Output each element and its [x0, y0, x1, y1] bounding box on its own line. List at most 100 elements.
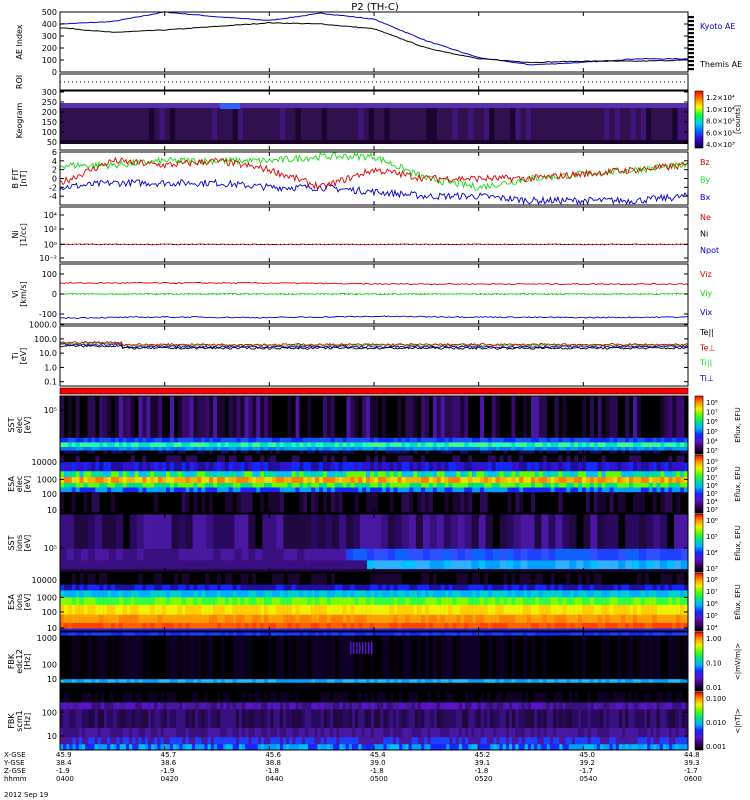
themis-summary-plot: P2 (TH-C)0100200300400500AE Index Kyoto A…: [3, 2, 742, 799]
spectro-cell: [574, 442, 579, 448]
spectro-cell: [495, 447, 500, 451]
spectro-cell: [656, 692, 660, 703]
spectro-cell: [468, 590, 473, 598]
spectro-cell: [374, 442, 379, 448]
spectro-cell: [483, 482, 489, 488]
spectro-cell: [634, 692, 638, 703]
spectro-cell: [468, 442, 473, 448]
spectro-cell: [173, 604, 178, 615]
spectro-cell: [146, 584, 151, 591]
spectro-cell: [566, 635, 571, 680]
spectro-cell: [503, 584, 508, 591]
spectro-cell: [593, 471, 598, 478]
spectro-cell: [350, 632, 355, 636]
spectro-cell: [499, 682, 504, 692]
spectro-cell: [338, 597, 343, 606]
spectro-cell: [228, 632, 233, 636]
spectro-cell: [118, 597, 123, 606]
spectro-cell: [319, 632, 324, 636]
spectro-cell: [287, 447, 292, 451]
spectro-cell: [640, 487, 646, 493]
spectro-cell: [639, 548, 647, 561]
spectro-cell: [601, 614, 606, 624]
spectro-cell: [444, 437, 449, 443]
spectro-cell: [220, 487, 226, 493]
spectro-cell: [444, 461, 449, 472]
spectro-cell: [542, 477, 547, 484]
spectro-cell: [541, 548, 549, 561]
spectro-cell: [248, 492, 253, 514]
spectro-cell: [487, 455, 492, 463]
spectro-cell: [326, 590, 332, 598]
spectro-cell: [448, 682, 453, 692]
spectro-cell: [260, 632, 265, 636]
spectro-cell: [590, 692, 594, 703]
spectro-cell: [499, 702, 503, 710]
spectro-cell: [367, 560, 375, 570]
spectro-cell: [320, 692, 324, 703]
legend-ti-2: Ti||: [699, 359, 712, 368]
spectro-cell: [589, 482, 594, 488]
spectro-cell: [538, 604, 543, 615]
spectro-cell: [75, 477, 80, 484]
spectro-cell: [405, 482, 410, 488]
spectro-cell: [479, 471, 485, 478]
spectro-cell: [593, 597, 598, 606]
spectro-cell: [472, 590, 477, 598]
spectro-cell: [506, 548, 514, 561]
spectro-cell: [322, 604, 328, 615]
spectro-cell: [260, 614, 265, 624]
spectro-cell: [370, 597, 375, 606]
spectro-cell: [381, 442, 386, 448]
spectro-cell: [652, 622, 657, 629]
spectro-cell: [550, 584, 555, 591]
spectro-cell: [283, 477, 288, 484]
spectro-cell: [107, 442, 112, 448]
spectro-cell: [574, 471, 579, 478]
spectro-cell: [413, 679, 418, 683]
spectro-cell: [91, 584, 96, 591]
spectro-cell: [354, 442, 359, 448]
spectro-cell: [374, 437, 379, 443]
spectro-cell: [83, 437, 88, 443]
spectro-cell: [268, 590, 273, 598]
spectro-cell: [173, 709, 177, 729]
spectro-cell: [346, 396, 351, 438]
spectro-cell: [380, 548, 389, 561]
spectro-cell: [303, 442, 308, 448]
spectro-cell: [636, 573, 642, 585]
spectro-cell: [428, 442, 434, 448]
spectro-cell: [605, 622, 610, 629]
spectro-cell: [126, 604, 131, 615]
spectro-cell: [656, 437, 661, 443]
keogram-col: [567, 103, 574, 144]
spectro-cell: [185, 635, 190, 680]
spectro-cell: [209, 396, 214, 438]
spectro-cell: [647, 702, 651, 710]
spectro-cell: [472, 442, 477, 448]
spectro-cell: [393, 573, 398, 585]
spectro-cell: [499, 477, 504, 484]
spectro-cell: [110, 692, 114, 703]
spectro-cell: [181, 482, 186, 488]
spectro-cell: [566, 682, 571, 692]
spectro-cell: [264, 447, 269, 451]
spectro-cell: [178, 514, 186, 549]
spectro-cell: [181, 590, 186, 598]
spectro-cell: [589, 477, 594, 484]
spectro-cell: [660, 590, 665, 598]
spectro-cell: [162, 487, 167, 493]
spectro-cell: [401, 560, 410, 570]
spectro-cell: [527, 702, 532, 710]
spectro-cell: [409, 461, 414, 472]
ytick-label-vi: 0: [52, 290, 57, 299]
spectro-cell: [507, 437, 512, 443]
spectro-cell: [593, 584, 598, 591]
spectro-cell: [609, 442, 614, 448]
spectro-cell: [111, 492, 116, 514]
spectro-cell: [122, 604, 127, 615]
spectro-cell: [550, 573, 555, 585]
spectro-cell: [290, 548, 298, 561]
spectro-cell: [311, 492, 316, 514]
spectro-cell: [601, 471, 606, 478]
